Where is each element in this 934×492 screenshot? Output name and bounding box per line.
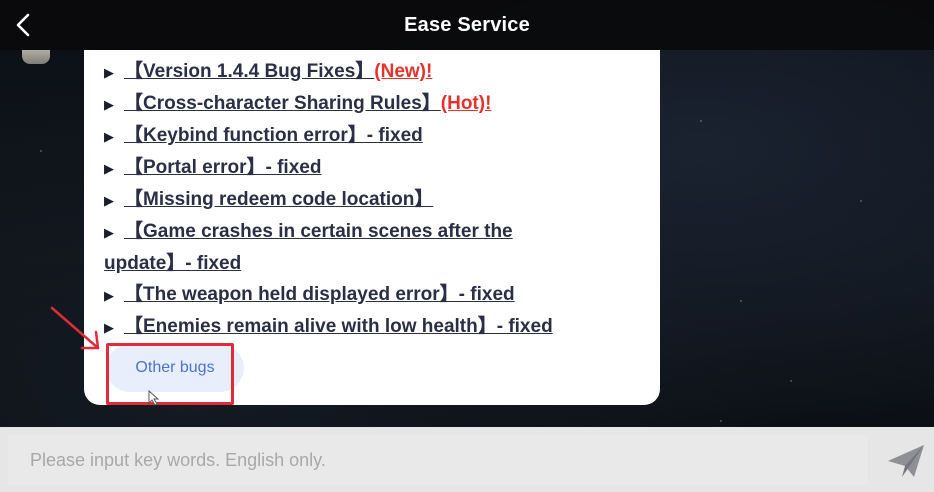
list-item-label: 【Game crashes in certain scenes after th… (124, 221, 513, 242)
list-item-version-fixes[interactable]: ▶ 【Version 1.4.4 Bug Fixes】(New)! (104, 56, 644, 88)
triangle-right-icon: ▶ (104, 161, 114, 176)
list-item-label: 【The weapon held displayed error】- fixed (124, 284, 515, 305)
list-item-label-continued: update】- fixed (104, 253, 242, 274)
triangle-right-icon: ▶ (104, 97, 114, 112)
input-bar (0, 427, 934, 492)
list-item-label: 【Cross-character Sharing Rules】 (124, 93, 441, 114)
triangle-right-icon: ▶ (104, 129, 114, 144)
list-item-label: 【Version 1.4.4 Bug Fixes】 (124, 61, 375, 82)
background-star (790, 380, 792, 382)
screen: Ease Service ▶ 【Version 1.4.4 Bug Fixes】(… (0, 0, 934, 492)
background-star (700, 120, 702, 122)
header-bar: Ease Service (0, 0, 934, 50)
keyword-input[interactable] (8, 435, 868, 485)
triangle-right-icon: ▶ (104, 225, 114, 240)
list-item-sharing-rules[interactable]: ▶ 【Cross-character Sharing Rules】(Hot)! (104, 88, 644, 120)
background-star (860, 200, 862, 202)
background-star (720, 420, 722, 422)
background-star (740, 300, 742, 302)
list-item-keybind-error[interactable]: ▶ 【Keybind function error】- fixed (104, 120, 644, 152)
hot-tag: (Hot)! (440, 93, 492, 114)
page-title: Ease Service (404, 14, 530, 36)
triangle-right-icon: ▶ (104, 193, 114, 208)
avatar (22, 50, 50, 64)
list-item-game-crashes[interactable]: ▶ 【Game crashes in certain scenes after t… (104, 216, 644, 279)
annotation-highlight-box (106, 343, 234, 405)
list-item-label: 【Missing redeem code location】 (124, 189, 434, 210)
triangle-right-icon: ▶ (104, 65, 114, 80)
list-item-redeem-code[interactable]: ▶ 【Missing redeem code location】 (104, 184, 644, 216)
new-tag: (New)! (374, 61, 433, 82)
send-button[interactable] (884, 441, 928, 481)
list-item-label: 【Keybind function error】- fixed (124, 125, 423, 146)
mouse-cursor-icon (148, 390, 160, 406)
list-item-enemies-alive[interactable]: ▶ 【Enemies remain alive with low health】-… (104, 311, 644, 343)
list-item-label: 【Portal error】- fixed (124, 157, 322, 178)
list-item-weapon-display[interactable]: ▶ 【The weapon held displayed error】- fixe… (104, 279, 644, 311)
paper-plane-icon (888, 445, 924, 477)
list-item-portal-error[interactable]: ▶ 【Portal error】- fixed (104, 152, 644, 184)
bug-list: ▶ 【Version 1.4.4 Bug Fixes】(New)! ▶ 【Cross… (104, 56, 644, 343)
background-star (40, 150, 42, 152)
annotation-arrow-icon (50, 306, 100, 350)
list-item-label: 【Enemies remain alive with low health】- … (124, 316, 553, 337)
